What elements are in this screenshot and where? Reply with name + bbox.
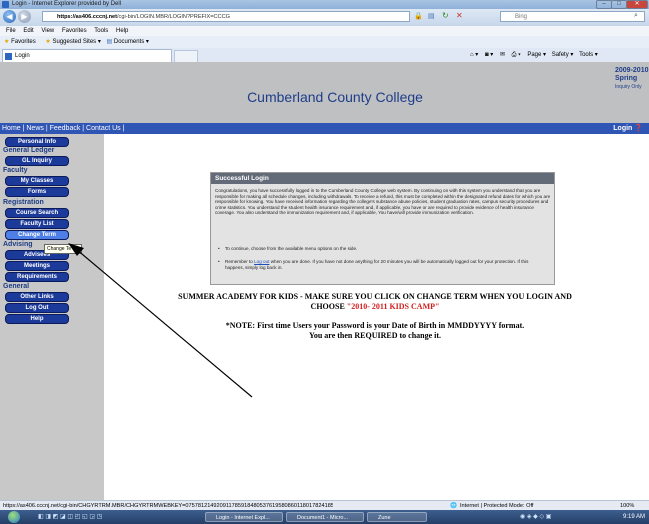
help-button[interactable]: Help <box>5 314 69 324</box>
suggested-sites-icon: ★ <box>45 39 51 45</box>
registration-heading: Registration <box>3 199 44 206</box>
login-link[interactable]: Login ❓ <box>613 123 643 134</box>
login-label: Login <box>613 125 633 132</box>
home-icon[interactable]: ⌂ ▾ <box>470 52 478 58</box>
term-note: Inquiry Only <box>615 84 642 90</box>
address-bar: ◀ ▶ https://as406.cccnj.net/cgi-bin/LOGI… <box>0 9 649 26</box>
log-out-button[interactable]: Log Out <box>5 303 69 313</box>
documents-link[interactable]: Documents ▾ <box>114 39 149 45</box>
window-title: Login - Internet Explorer provided by De… <box>12 1 122 7</box>
feeds-icon[interactable]: ◙ ▾ <box>485 52 493 58</box>
meetings-button[interactable]: Meetings <box>5 261 69 271</box>
star-icon: ★ <box>4 39 10 45</box>
term-years: 2009-2010 <box>615 67 649 74</box>
lock-icon[interactable]: 🔒 <box>414 12 423 20</box>
documents-icon: ▤ <box>106 39 113 45</box>
term-indicator: 2009-2010 Spring Inquiry Only <box>615 67 649 91</box>
faculty-list-button[interactable]: Faculty List <box>5 219 69 229</box>
suggested-sites-link[interactable]: Suggested Sites ▾ <box>52 39 100 45</box>
menu-favorites[interactable]: Favorites <box>62 28 87 34</box>
requirements-button[interactable]: Requirements <box>5 272 69 282</box>
bullet-logout-pre: Remember to <box>225 259 253 264</box>
maximize-button[interactable]: □ <box>611 0 627 9</box>
quick-launch-icons[interactable]: ◧ ◨ ◩ ◪ ◫ ◰ ◱ ◲ ◳ <box>38 513 102 520</box>
command-bar: ⌂ ▾ ◙ ▾ ✉ ⎙ ▾ Page ▾ Safety ▾ Tools ▾ <box>470 48 649 62</box>
tab-login[interactable]: Login <box>2 49 172 62</box>
bullet-logout-post: when you are done. If you have not done … <box>225 259 529 270</box>
help-icon: ❓ <box>634 125 643 132</box>
compat-view-icon[interactable]: ▤ <box>428 12 435 20</box>
summer-line1: SUMMER ACADEMY FOR KIDS - MAKE SURE YOU … <box>178 292 572 301</box>
forms-button[interactable]: Forms <box>5 187 69 197</box>
summer-choose: CHOOSE <box>310 302 345 311</box>
refresh-icon[interactable]: ↻ <box>442 11 449 20</box>
note-line1: *NOTE: First time Users your Password is… <box>225 321 525 330</box>
task-zune[interactable]: Zune <box>367 512 427 522</box>
success-message: Congratulations, you have successfully l… <box>215 188 551 216</box>
general-heading: General <box>3 283 30 290</box>
personal-info-button[interactable]: Personal Info <box>5 137 69 147</box>
term-season: Spring <box>615 75 638 82</box>
page-menu[interactable]: Page ▾ <box>527 52 546 58</box>
course-search-button[interactable]: Course Search <box>5 208 69 218</box>
other-links-button[interactable]: Other Links <box>5 292 69 302</box>
url-field[interactable]: https://as406.cccnj.net/cgi-bin/LOGIN.MB… <box>42 11 410 22</box>
summer-academy-notice: SUMMER ACADEMY FOR KIDS - MAKE SURE YOU … <box>160 292 590 312</box>
bullet-logout: • Remember to Log out when you are done.… <box>218 259 545 270</box>
bullet-continue-text: To continue, choose from the available m… <box>225 246 358 251</box>
url-path: /cgi-bin/LOGIN.MBR/LOGIN?PREFIX=CCCG <box>117 14 230 20</box>
bullet-dot: • <box>218 246 220 251</box>
url-domain: https://as406.cccnj.net <box>57 14 117 20</box>
gl-inquiry-button[interactable]: GL Inquiry <box>5 156 69 166</box>
faculty-heading: Faculty <box>3 167 28 174</box>
menu-view[interactable]: View <box>41 28 54 34</box>
close-button[interactable]: ✕ <box>626 0 648 9</box>
task-login-ie[interactable]: Login - Internet Expl... <box>205 512 283 522</box>
advising-heading: Advising <box>3 241 33 248</box>
task-document1[interactable]: Document1 - Micro... <box>286 512 364 522</box>
taskbar: ◧ ◨ ◩ ◪ ◫ ◰ ◱ ◲ ◳ Login - Internet Expl.… <box>0 510 649 524</box>
bullet-continue: • To continue, choose from the available… <box>218 246 545 252</box>
general-ledger-heading: General Ledger <box>3 147 55 154</box>
top-nav: Home | News | Feedback | Contact Us | Lo… <box>0 123 649 134</box>
search-icon[interactable]: ⌕ <box>634 12 638 20</box>
clock: 9:19 AM <box>622 514 645 520</box>
my-classes-button[interactable]: My Classes <box>5 176 69 186</box>
change-term-button[interactable]: Change Term <box>5 230 69 240</box>
print-icon[interactable]: ⎙ ▾ <box>512 52 521 58</box>
kids-camp-highlight: "2010- 2011 KIDS CAMP" <box>346 302 440 311</box>
menu-bar: File Edit View Favorites Tools Help <box>0 26 649 36</box>
tools-menu[interactable]: Tools ▾ <box>579 52 598 58</box>
mail-icon[interactable]: ✉ <box>500 52 505 58</box>
bullet-dot: • <box>218 259 220 264</box>
success-title: Successful Login <box>211 173 554 184</box>
ie-icon <box>2 1 9 8</box>
favorites-button[interactable]: Favorites <box>11 39 36 45</box>
menu-edit[interactable]: Edit <box>23 28 33 34</box>
tray-icons[interactable]: ◉ ◈ ◆ ◇ ▣ <box>520 513 551 520</box>
page-icon <box>5 53 12 60</box>
menu-file[interactable]: File <box>6 28 16 34</box>
menu-help[interactable]: Help <box>116 28 128 34</box>
password-note: *NOTE: First time Users your Password is… <box>200 321 550 341</box>
success-login-box: Successful Login Congratulations, you ha… <box>210 172 555 285</box>
start-button[interactable] <box>8 511 20 523</box>
log-out-link[interactable]: Log out <box>254 259 269 264</box>
minimize-button[interactable]: – <box>596 0 612 9</box>
search-input[interactable]: Bing <box>500 11 645 22</box>
forward-button[interactable]: ▶ <box>18 10 31 23</box>
tab-title: Login <box>15 53 30 59</box>
back-button[interactable]: ◀ <box>3 10 16 23</box>
site-header: Cumberland County College 2009-2010 Spri… <box>0 62 649 123</box>
window-title-bar: Login - Internet Explorer provided by De… <box>0 0 649 9</box>
site-title: Cumberland County College <box>247 89 423 105</box>
safety-menu[interactable]: Safety ▾ <box>552 52 574 58</box>
note-line2: You are then REQUIRED to change it. <box>308 331 442 340</box>
top-nav-links[interactable]: Home | News | Feedback | Contact Us | <box>2 123 124 134</box>
change-term-tooltip: Change Te <box>44 244 82 254</box>
stop-icon[interactable]: ✕ <box>456 11 463 20</box>
menu-tools[interactable]: Tools <box>94 28 108 34</box>
